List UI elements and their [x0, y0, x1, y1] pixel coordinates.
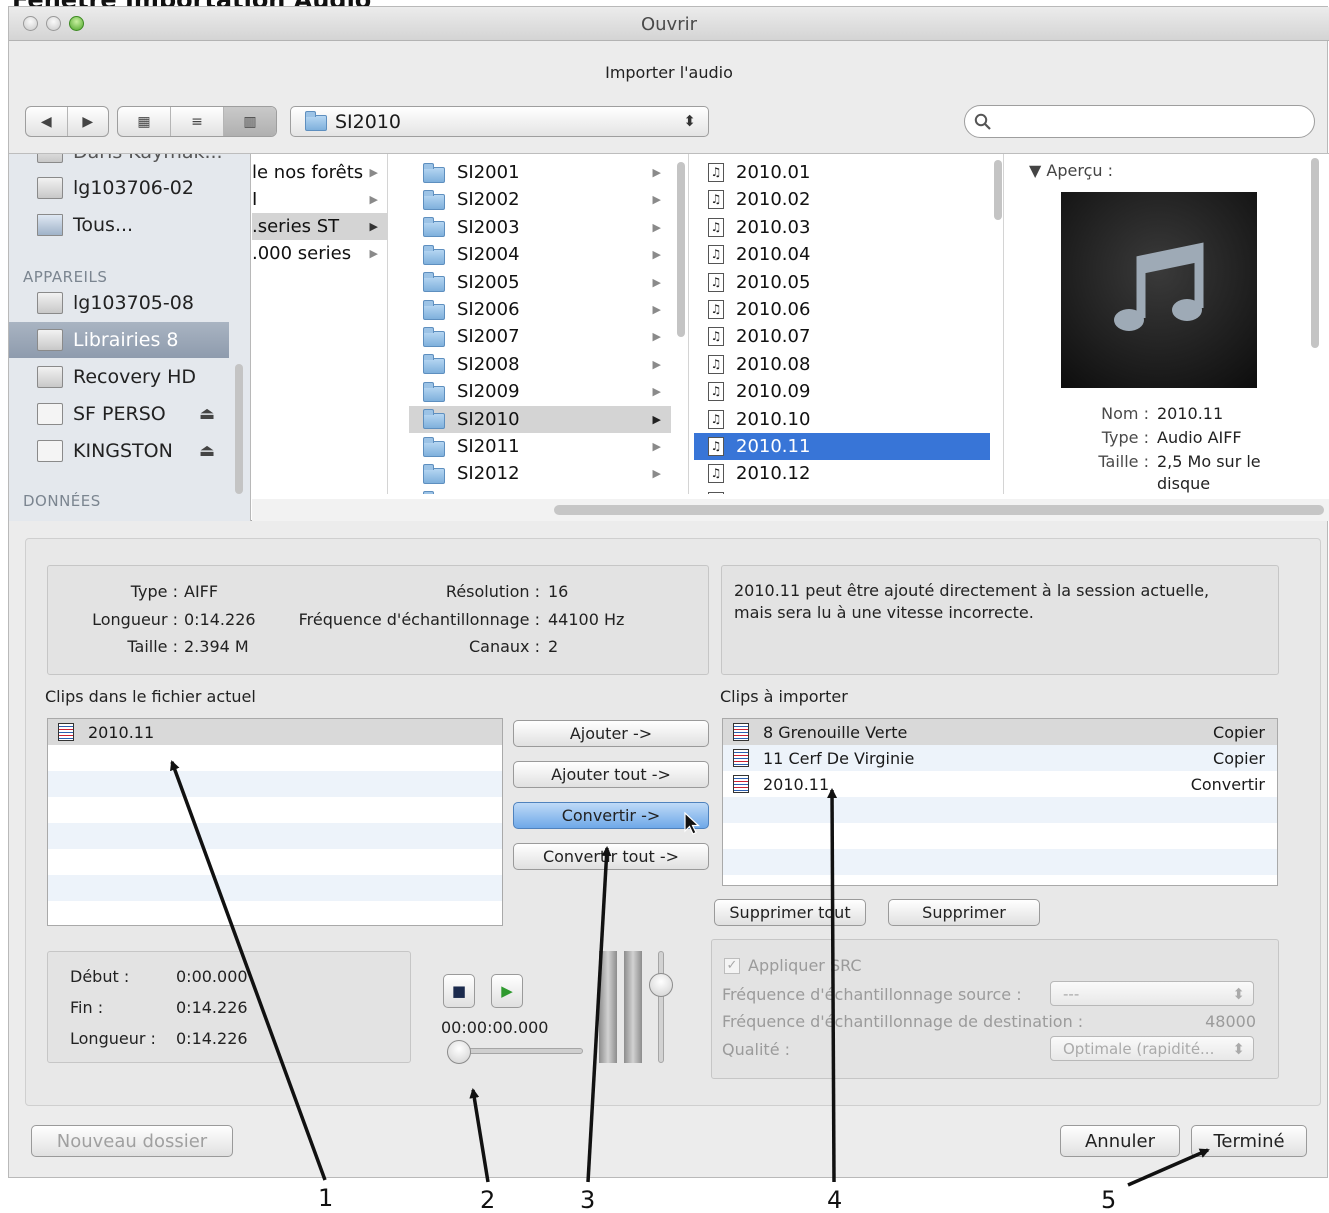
callout-arrow-2 — [469, 1088, 490, 1183]
callout-arrow-4 — [827, 788, 838, 1183]
callout-label-5: 5 — [1101, 1186, 1117, 1213]
callout-arrow-3 — [586, 846, 612, 1183]
annotation-arrows — [170, 760, 1210, 1187]
callout-arrow-1 — [170, 760, 327, 1181]
callout-arrow-5 — [1127, 1148, 1210, 1187]
callout-label-2: 2 — [480, 1186, 496, 1213]
callout-label-1: 1 — [318, 1184, 334, 1212]
callout-label-3: 3 — [580, 1186, 596, 1213]
callout-label-4: 4 — [827, 1186, 843, 1213]
